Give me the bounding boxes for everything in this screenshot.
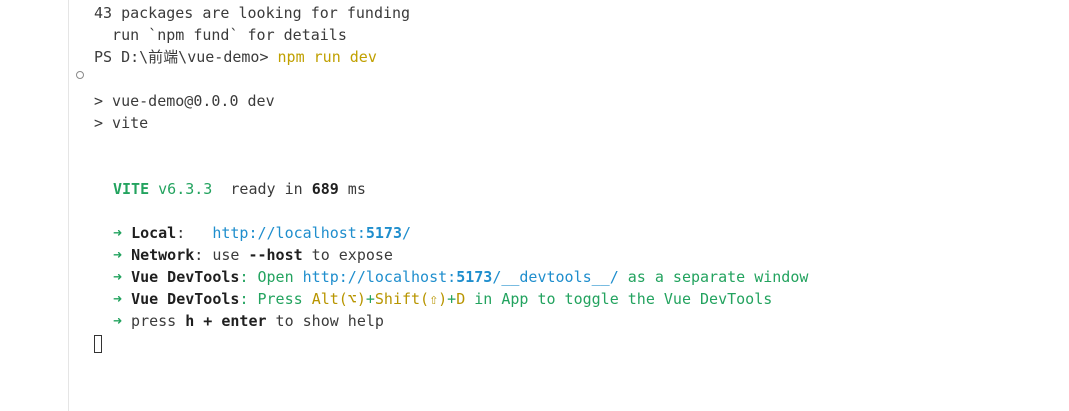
terminal-output: 43 packages are looking for funding run … — [94, 2, 1069, 354]
help-key-enter: enter — [221, 312, 267, 330]
help-line: ➜ press h + enter to show help — [94, 310, 1069, 332]
local-sep: : — [176, 224, 213, 242]
terminal-panel[interactable]: 43 packages are looking for funding run … — [0, 0, 1069, 411]
input-line[interactable] — [94, 332, 1069, 354]
local-url-suffix: / — [402, 224, 412, 242]
local-url-prefix: http://localhost: — [212, 224, 366, 242]
devtools-open-text-before: : Open — [239, 268, 303, 286]
vite-version: v6.3.3 — [149, 180, 213, 198]
devtools-toggle-text-after: in App to toggle the Vue DevTools — [465, 290, 773, 308]
network-text-before: : use — [194, 246, 249, 264]
arrow-icon: ➜ — [113, 268, 123, 286]
devtools-url-port: 5173 — [456, 268, 493, 286]
devtools-open-label: Vue DevTools — [131, 268, 240, 286]
help-plus: + — [194, 312, 222, 330]
network-flag: --host — [248, 246, 303, 264]
ready-unit: ms — [338, 180, 366, 198]
devtools-open-text-after: as a separate window — [618, 268, 809, 286]
terminal-gutter — [0, 0, 69, 411]
key-d: D — [456, 290, 466, 308]
help-key-h: h — [185, 312, 195, 330]
key-plus: + — [447, 290, 457, 308]
funding-line: 43 packages are looking for funding — [94, 4, 411, 22]
devtools-toggle-text-before: : Press — [239, 290, 312, 308]
prompt-text: PS D:\前端\vue-demo> — [94, 48, 278, 66]
vite-ready-line: VITE v6.3.3 ready in 689 ms — [94, 178, 1069, 200]
help-text-before: press — [122, 312, 186, 330]
devtools-toggle-line: ➜ Vue DevTools: Press Alt(⌥)+Shift(⇧)+D … — [94, 288, 1069, 310]
local-label: Local — [131, 224, 177, 242]
ready-prefix: ready in — [212, 180, 312, 198]
vite-name: VITE — [113, 180, 150, 198]
local-line: ➜ Local: http://localhost:5173/ — [94, 222, 1069, 244]
devtools-url-prefix: http://localhost: — [302, 268, 457, 286]
arrow-icon: ➜ — [113, 290, 123, 308]
script-line: > vue-demo@0.0.0 dev — [94, 92, 275, 110]
local-url-link[interactable]: http://localhost:5173/ — [212, 224, 411, 242]
prompt-line: PS D:\前端\vue-demo> npm run dev — [94, 46, 1069, 68]
arrow-icon: ➜ — [113, 312, 123, 330]
fund-hint-line: run `npm fund` for details — [94, 26, 347, 44]
help-text-after: to show help — [266, 312, 384, 330]
key-shift: Shift(⇧) — [374, 290, 448, 308]
devtools-url-link[interactable]: http://localhost:5173/__devtools__/ — [303, 268, 619, 286]
script-line: > vite — [94, 114, 149, 132]
local-url-port: 5173 — [365, 224, 402, 242]
key-alt: Alt(⌥) — [311, 290, 366, 308]
arrow-icon: ➜ — [113, 246, 123, 264]
network-line: ➜ Network: use --host to expose — [94, 244, 1069, 266]
devtools-open-line: ➜ Vue DevTools: Open http://localhost:51… — [94, 266, 1069, 288]
command-decoration-icon[interactable] — [76, 71, 84, 79]
prompt-command: npm run dev — [277, 48, 377, 66]
devtools-url-suffix: /__devtools__/ — [492, 268, 619, 286]
arrow-icon: ➜ — [113, 224, 123, 242]
ready-ms: 689 — [311, 180, 339, 198]
terminal-cursor[interactable] — [94, 334, 102, 353]
network-text-after: to expose — [302, 246, 393, 264]
network-label: Network — [131, 246, 195, 264]
key-plus: + — [365, 290, 375, 308]
devtools-toggle-label: Vue DevTools — [131, 290, 240, 308]
